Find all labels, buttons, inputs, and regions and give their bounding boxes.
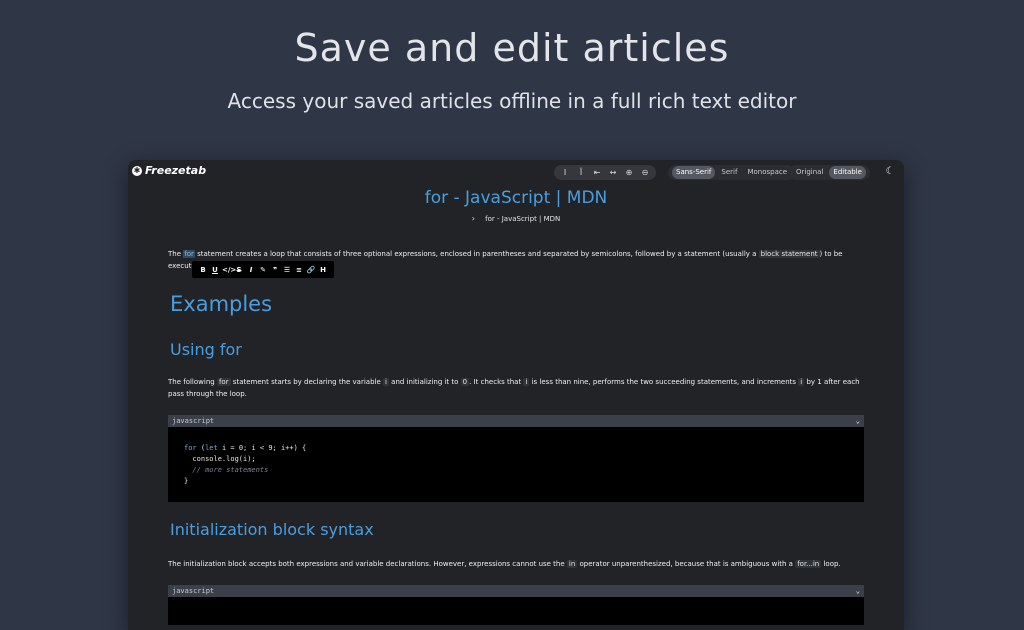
code-block[interactable]: javascript ⌄	[168, 585, 864, 625]
zoom-in-icon[interactable]: ⊕	[622, 166, 636, 179]
bullet-list-icon[interactable]: ≡	[294, 266, 304, 274]
text-run: statement starts by declaring the variab…	[230, 378, 383, 386]
app-toolbar: ✱ Freezetab I Ï ⇤ ↔ ⊕ ⊖ Sans-Serif Serif…	[128, 160, 904, 184]
article-content[interactable]: for - JavaScript | MDN › for - JavaScrip…	[168, 188, 864, 625]
code-line: console.log(i);	[184, 455, 256, 463]
mode-option-original[interactable]: Original	[792, 166, 827, 179]
heading-icon[interactable]: H	[318, 266, 328, 274]
article-title: for - JavaScript | MDN	[424, 188, 608, 208]
mode-option-editable[interactable]: Editable	[829, 166, 866, 179]
code-comment: // more statements	[184, 466, 269, 474]
heading-using-for: Using for	[170, 340, 242, 359]
width-narrow-icon[interactable]: ⇤	[590, 166, 604, 179]
zoom-out-icon[interactable]: ⊖	[638, 166, 652, 179]
code-language-label: javascript	[172, 417, 215, 425]
ordered-list-icon[interactable]: ☰	[282, 266, 292, 274]
width-wide-icon[interactable]: ↔	[606, 166, 620, 179]
highlight-icon[interactable]: ✎	[258, 266, 268, 274]
text-run: loop.	[821, 560, 841, 568]
inline-code: in	[566, 560, 578, 568]
link-icon[interactable]: 🔗	[306, 266, 316, 274]
text-run: The initialization block accepts both ex…	[168, 560, 567, 568]
heading-examples: Examples	[170, 292, 273, 316]
selected-text[interactable]: for	[183, 250, 195, 258]
font-option-monospace[interactable]: Monospace	[743, 166, 791, 179]
text-run: The following	[168, 378, 217, 386]
chevron-right-icon[interactable]: ›	[472, 214, 475, 223]
app-window: ✱ Freezetab I Ï ⇤ ↔ ⊕ ⊖ Sans-Serif Serif…	[128, 160, 904, 630]
quote-icon[interactable]: ❞	[270, 266, 280, 274]
breadcrumb-label: for - JavaScript | MDN	[485, 215, 561, 223]
italic-icon[interactable]: I	[246, 266, 256, 274]
init-paragraph[interactable]: The initialization block accepts both ex…	[168, 558, 864, 570]
inline-code: for...in	[795, 560, 822, 568]
inline-code: for	[216, 378, 231, 386]
app-name: Freezetab	[145, 164, 207, 177]
logo-icon: ✱	[132, 165, 142, 176]
code-icon[interactable]: </>	[222, 266, 236, 274]
code-line: for (let i = 0; i < 9; i++) {	[184, 443, 864, 454]
code-text: i = 0; i < 9; i++) {	[217, 444, 307, 452]
format-toolbar: B U </> S I ✎ ❞ ☰ ≡ 🔗 H	[192, 261, 334, 278]
reader-tools: I Ï ⇤ ↔ ⊕ ⊖	[554, 165, 656, 180]
code-line: }	[184, 477, 189, 485]
app-logo: ✱ Freezetab	[132, 164, 206, 177]
underline-icon[interactable]: U	[210, 266, 220, 274]
chevron-down-icon[interactable]: ⌄	[856, 415, 860, 427]
hero-title: Save and edit articles	[294, 26, 730, 70]
text-run: statement creates a loop that consists o…	[194, 250, 759, 258]
code-text: (	[196, 444, 206, 452]
text-run: and initializing it to	[388, 378, 461, 386]
code-lines[interactable]: for (let i = 0; i < 9; i++) { console.lo…	[168, 427, 864, 487]
dark-mode-icon[interactable]: ☾	[884, 166, 896, 178]
inline-code: 0	[460, 378, 470, 386]
hero-subtitle: Access your saved articles offline in a …	[227, 89, 797, 113]
code-keyword: for	[184, 444, 197, 452]
code-keyword: let	[205, 444, 218, 452]
mode-selector: Original Editable	[788, 165, 870, 180]
inline-code: block statement	[758, 250, 820, 258]
using-for-paragraph[interactable]: The following for statement starts by de…	[168, 376, 864, 400]
text-run: operator unparenthesized, because that i…	[577, 560, 796, 568]
text-height-icon[interactable]: Ï	[574, 166, 588, 179]
font-option-sans-serif[interactable]: Sans-Serif	[672, 166, 716, 179]
breadcrumb: › for - JavaScript | MDN	[168, 214, 864, 223]
text-run: . It checks that	[469, 378, 524, 386]
code-language-header[interactable]: javascript ⌄	[168, 585, 864, 597]
font-selector: Sans-Serif Serif Monospace	[668, 165, 796, 180]
text-cursor-icon[interactable]: I	[558, 166, 572, 179]
chevron-down-icon[interactable]: ⌄	[856, 585, 860, 597]
code-language-label: javascript	[172, 587, 215, 595]
text-run: is less than nine, performs the two succ…	[529, 378, 799, 386]
text-run: The	[168, 250, 184, 258]
font-option-serif[interactable]: Serif	[717, 166, 741, 179]
code-language-header[interactable]: javascript ⌄	[168, 415, 864, 427]
bold-icon[interactable]: B	[198, 266, 208, 274]
code-block[interactable]: javascript ⌄ for (let i = 0; i < 9; i++)…	[168, 415, 864, 502]
heading-initialization: Initialization block syntax	[170, 520, 374, 539]
strikethrough-icon[interactable]: S	[234, 266, 244, 274]
